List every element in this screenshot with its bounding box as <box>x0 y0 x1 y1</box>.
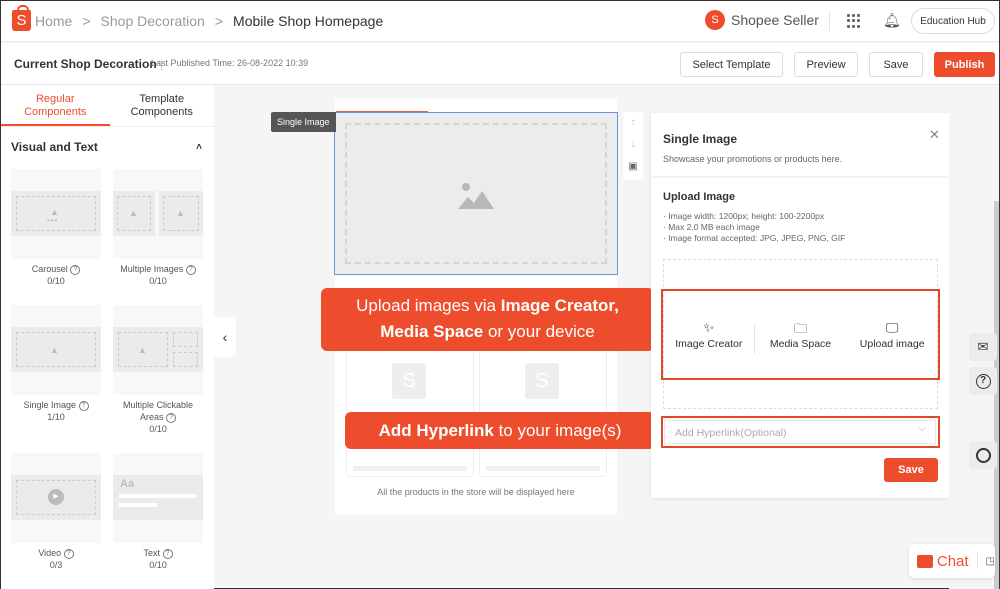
monitor-icon: 🖵︎ <box>885 319 899 335</box>
help-icon[interactable]: ? <box>166 412 177 423</box>
upload-options: ✨︎ Image Creator 🗀︎ Media Space 🖵︎ Uploa… <box>661 289 940 380</box>
component-single-image[interactable]: ▲ Single Image ? 1/10 <box>11 305 101 423</box>
shopee-bag-icon: S <box>392 363 426 399</box>
brand-name: Shopee Seller <box>731 12 819 28</box>
section-visual-and-text[interactable]: Visual and Text ˄ <box>1 127 214 167</box>
hyperlink-select[interactable]: Add Hyperlink(Optional) ⌵ <box>661 416 940 448</box>
single-image-block[interactable] <box>334 112 618 275</box>
move-down-icon[interactable]: ↓ <box>631 134 636 156</box>
image-creator-button[interactable]: ✨︎ Image Creator <box>663 319 755 354</box>
breadcrumb-home[interactable]: Home <box>35 13 72 29</box>
panel-save-button[interactable]: Save <box>884 458 938 482</box>
play-icon: ▶ <box>48 489 64 505</box>
help-icon[interactable]: ? <box>969 367 997 395</box>
component-multiple-clickable-areas[interactable]: ▲ Multiple Clickable Areas ? 0/10 <box>113 305 203 435</box>
breadcrumb: Home > Shop Decoration > Mobile Shop Hom… <box>35 13 383 29</box>
breadcrumb-shop-decoration[interactable]: Shop Decoration <box>101 13 205 29</box>
selected-component-tag: Single Image <box>271 112 336 132</box>
folder-cloud-icon: 🗀︎ <box>794 320 808 336</box>
chevron-up-icon[interactable]: ˄ <box>196 142 202 153</box>
image-icon: ▲ <box>176 208 185 218</box>
customer-support-icon[interactable] <box>969 441 997 469</box>
component-count: 0/10 <box>149 424 167 434</box>
image-icon: ▲ <box>138 345 147 355</box>
image-requirements: · Image width: 1200px; height: 100-2200p… <box>663 211 846 243</box>
chat-label: Chat <box>936 552 969 570</box>
chevron-left-icon: ‹ <box>222 329 228 345</box>
dots-icon: ••• <box>47 216 59 225</box>
block-tools: ↑ ↓ ▣ <box>623 112 643 180</box>
magic-wand-icon: ✨︎ <box>703 319 715 335</box>
component-tabs: Regular Components Template Components <box>1 85 214 127</box>
help-icon[interactable]: ? <box>78 400 89 411</box>
help-icon[interactable]: ? <box>162 548 173 559</box>
close-icon[interactable]: ✕ <box>929 127 940 143</box>
hyperlink-callout: Add Hyperlink to your image(s) <box>345 412 655 449</box>
component-text[interactable]: Aa Text ? 0/10 <box>113 453 203 571</box>
education-hub-button[interactable]: Education Hub <box>911 8 995 34</box>
shopee-bag-icon: S <box>525 363 559 399</box>
text-icon: Aa <box>120 478 135 490</box>
component-video[interactable]: ▶ Video ? 0/3 <box>11 453 101 571</box>
chat-widget[interactable]: Chat ◳ <box>909 544 995 578</box>
save-button[interactable]: Save <box>869 52 923 77</box>
component-count: 0/3 <box>49 560 63 570</box>
chevron-right-icon: > <box>82 13 91 29</box>
help-icon[interactable]: ? <box>185 264 196 275</box>
scrollbar[interactable] <box>994 201 999 589</box>
upload-image-heading: Upload Image <box>663 191 736 203</box>
chevron-down-icon: ⌵ <box>918 423 926 434</box>
help-icon[interactable]: ? <box>63 548 74 559</box>
divider <box>651 176 949 178</box>
decoration-toolbar: Current Shop Decoration | Last Published… <box>1 43 999 85</box>
component-count: 0/10 <box>149 276 167 286</box>
feedback-mail-icon[interactable]: ✉ <box>969 333 997 361</box>
collapse-sidebar-button[interactable]: ‹ <box>214 317 236 357</box>
image-icon: ▲ <box>50 345 59 355</box>
preview-button[interactable]: Preview <box>794 52 858 77</box>
chevron-right-icon: > <box>214 13 224 29</box>
divider <box>829 11 830 31</box>
image-placeholder-icon <box>458 183 494 209</box>
bell-icon[interactable]: 🔔︎ <box>883 12 901 29</box>
tab-regular-components[interactable]: Regular Components <box>1 85 110 126</box>
component-count: 1/10 <box>47 412 65 422</box>
shopee-logo-icon[interactable]: S <box>12 5 31 31</box>
breadcrumb-current: Mobile Shop Homepage <box>233 13 384 29</box>
component-count: 0/10 <box>149 560 167 570</box>
panel-title: Single Image <box>663 132 738 146</box>
components-sidebar: Regular Components Template Components V… <box>1 85 214 589</box>
move-up-icon[interactable]: ↑ <box>631 112 636 134</box>
component-count: 0/10 <box>47 276 65 286</box>
products-note: All the products in the store will be di… <box>377 487 575 497</box>
shopee-seller-brand[interactable]: S Shopee Seller <box>705 10 819 30</box>
publish-button[interactable]: Publish <box>934 52 995 77</box>
shopee-bag-icon: S <box>705 10 725 30</box>
panel-description: Showcase your promotions or products her… <box>663 154 843 164</box>
chat-bubble-icon <box>917 554 933 568</box>
component-multiple-images[interactable]: ▲ ▲ Multiple Images ? 0/10 <box>113 169 203 287</box>
top-bar: S Home > Shop Decoration > Mobile Shop H… <box>1 1 999 42</box>
select-template-button[interactable]: Select Template <box>680 52 783 77</box>
delete-icon[interactable]: ▣ <box>628 156 637 178</box>
component-carousel[interactable]: ▲ ••• Carousel ? 0/10 <box>11 169 101 287</box>
upload-image-button[interactable]: 🖵︎ Upload image <box>846 320 938 350</box>
upload-callout: Upload images via Image Creator, Media S… <box>321 288 654 351</box>
media-space-button[interactable]: 🗀︎ Media Space <box>755 320 847 350</box>
tab-template-components[interactable]: Template Components <box>110 85 215 126</box>
last-published-time: Last Published Time: 26-08-2022 10:39 <box>151 58 309 68</box>
grid-icon[interactable] <box>847 14 861 28</box>
page-title: Current Shop Decoration | <box>14 57 164 71</box>
image-icon: ▲ <box>129 208 138 218</box>
minimize-icon[interactable]: ◳ <box>986 556 995 567</box>
help-icon[interactable]: ? <box>70 264 81 275</box>
